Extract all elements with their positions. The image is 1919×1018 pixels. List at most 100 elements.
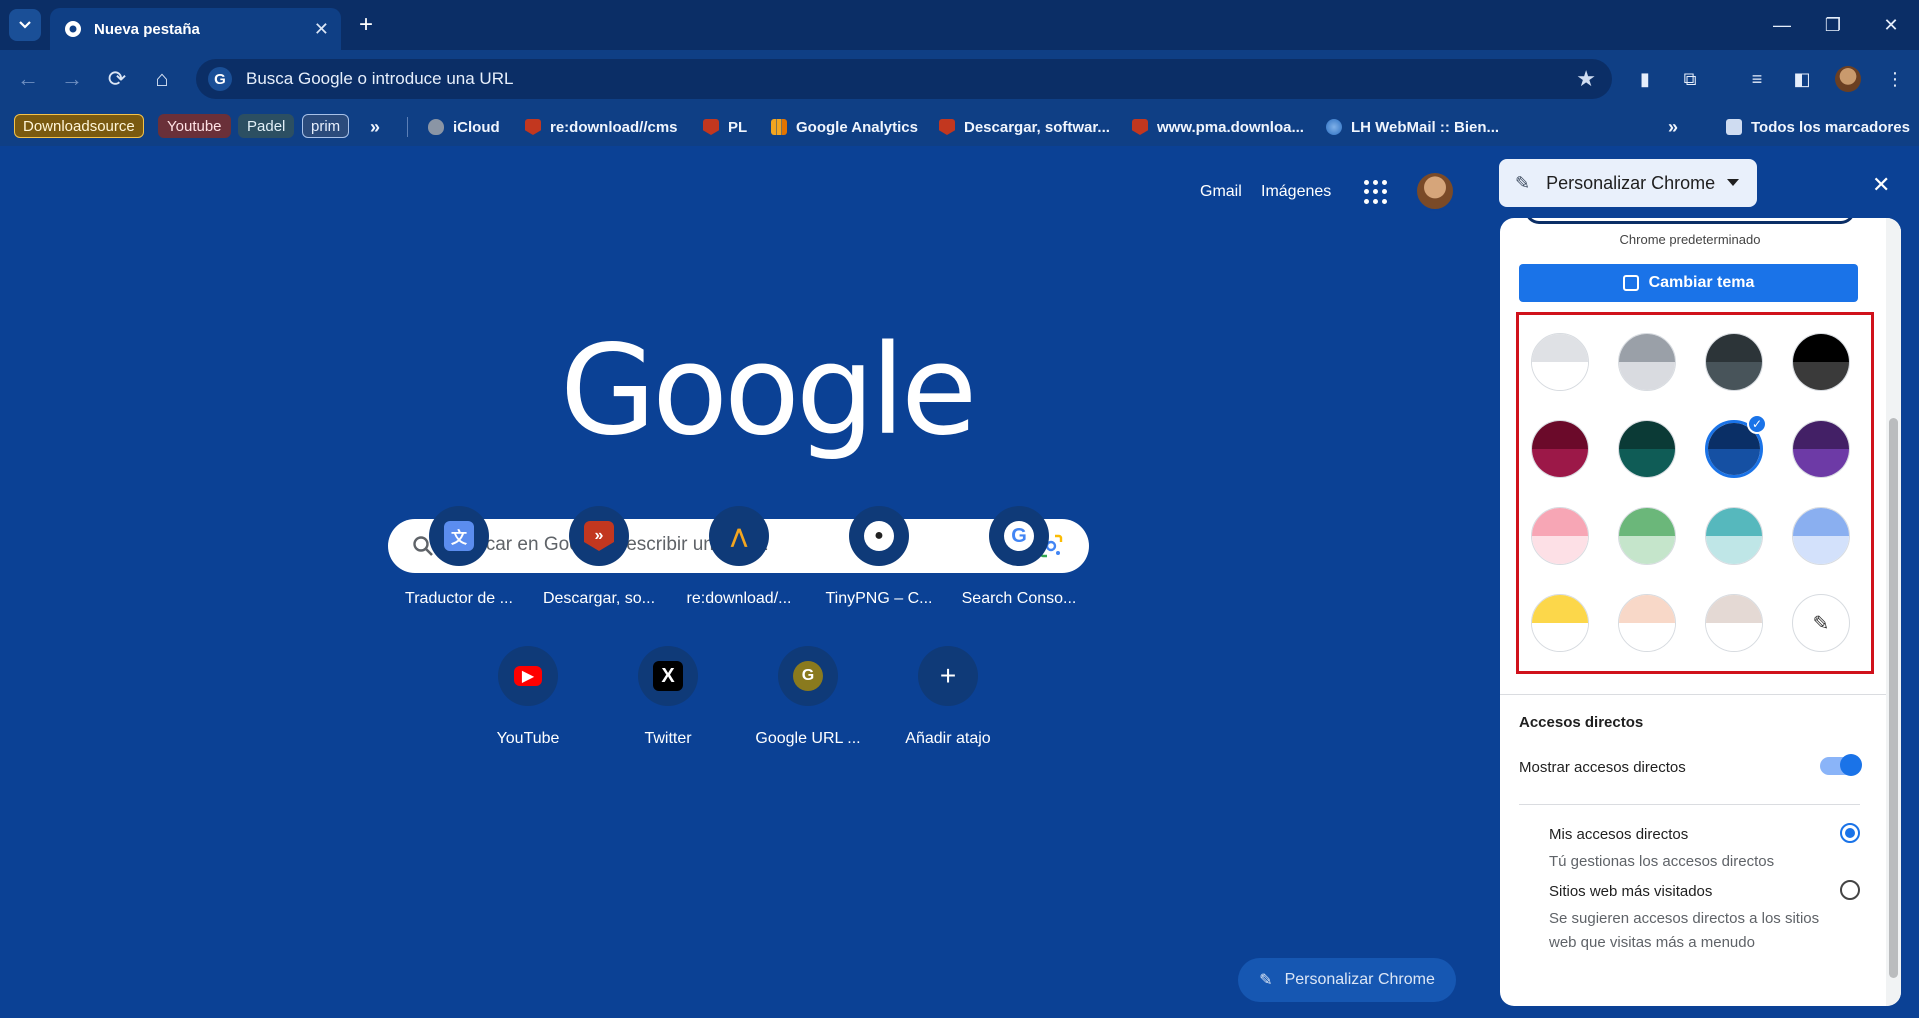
bookmark-pma[interactable]: www.pma.downloa... (1132, 116, 1304, 138)
address-bar[interactable]: G Busca Google o introduce una URL ★ (196, 59, 1612, 99)
color-swatch[interactable] (1531, 333, 1589, 391)
address-placeholder: Busca Google o introduce una URL (246, 69, 514, 88)
shortcut-label: Traductor de ... (405, 590, 513, 607)
shortcut-tile[interactable]: G Google URL ... (738, 646, 878, 748)
panel-title-label: Personalizar Chrome (1546, 172, 1716, 193)
side-panel-icon[interactable]: ◧ (1788, 65, 1816, 93)
checkmark-icon: ✓ (1747, 414, 1767, 434)
panel-title-dropdown[interactable]: ✎ Personalizar Chrome (1499, 159, 1757, 207)
shield-icon: » (584, 521, 614, 551)
my-shortcuts-radio[interactable] (1840, 823, 1860, 843)
rd-icon: ⋀ (730, 525, 748, 548)
bookmark-icloud[interactable]: iCloud (428, 116, 500, 138)
media-control-icon[interactable]: ≡ (1743, 65, 1771, 93)
panel-scrollbar[interactable] (1886, 218, 1901, 1006)
color-swatch[interactable] (1792, 507, 1850, 565)
color-swatch[interactable] (1618, 420, 1676, 478)
apple-icon (428, 119, 444, 135)
most-visited-radio[interactable] (1840, 880, 1860, 900)
my-shortcuts-option[interactable]: Mis accesos directos Tú gestionas los ac… (1549, 826, 1849, 874)
shortcut-label: YouTube (496, 730, 560, 747)
color-swatch[interactable] (1705, 594, 1763, 652)
bookmark-folder-youtube[interactable]: Youtube (158, 114, 231, 138)
shortcut-tile[interactable]: X Twitter (598, 646, 738, 748)
color-swatch[interactable] (1792, 333, 1850, 391)
most-visited-option[interactable]: Sitios web más visitados Se sugieren acc… (1549, 883, 1849, 955)
side-panel: ✎ Personalizar Chrome ✕ Chrome predeterm… (1476, 146, 1919, 1018)
color-swatch[interactable] (1705, 507, 1763, 565)
tab-search-button[interactable] (9, 9, 41, 41)
window-close-button[interactable]: ✕ (1876, 10, 1906, 40)
more-bookmarks-chevron-icon[interactable]: » (1668, 116, 1678, 138)
bookmarks-bar: Downloadsource Youtube Padel prim » iClo… (0, 108, 1919, 146)
more-folders-chevron-icon[interactable]: » (370, 116, 380, 138)
close-panel-icon[interactable]: ✕ (1872, 172, 1890, 198)
extensions-icon[interactable]: ⧉ (1676, 65, 1704, 93)
minimize-button[interactable]: — (1767, 10, 1797, 40)
shortcut-tile[interactable]: ▶ YouTube (458, 646, 598, 748)
menu-kebab-icon[interactable]: ⋮ (1881, 65, 1909, 93)
bookmark-redownload-cms[interactable]: re:download//cms (525, 116, 678, 138)
color-swatch[interactable] (1792, 420, 1850, 478)
bookmark-label: Youtube (167, 117, 222, 135)
bookmark-lh-webmail[interactable]: LH WebMail :: Bien... (1326, 116, 1499, 138)
default-theme-label: Chrome predeterminado (1619, 232, 1761, 247)
bookmark-label: LH WebMail :: Bien... (1351, 118, 1500, 136)
bookmark-folder-prim[interactable]: prim (302, 114, 350, 138)
chrome-icon (65, 21, 81, 37)
bookmark-label: Padel (247, 117, 286, 135)
profile-avatar[interactable] (1834, 65, 1862, 93)
reload-icon[interactable]: ⟳ (101, 63, 133, 95)
shortcut-label: Descargar, so... (542, 590, 656, 607)
shield-icon (703, 119, 719, 135)
account-avatar[interactable] (1415, 171, 1455, 211)
color-swatch[interactable] (1531, 420, 1589, 478)
tab-close-icon[interactable]: ✕ (314, 19, 329, 40)
bookmark-label: Descargar, softwar... (964, 118, 1110, 136)
folder-icon (1726, 119, 1742, 135)
apps-grid-icon[interactable] (1364, 180, 1388, 204)
shortcut-tile[interactable]: ⋀ re:download/... (669, 506, 809, 608)
bookmark-folder-downloadsource[interactable]: Downloadsource (14, 114, 144, 138)
color-swatch[interactable] (1705, 333, 1763, 391)
reader-icon[interactable]: ▮ (1631, 65, 1659, 93)
bookmark-label: prim (311, 117, 341, 135)
show-shortcuts-toggle[interactable] (1820, 754, 1862, 776)
change-theme-button[interactable]: Cambiar tema (1519, 264, 1858, 302)
active-tab[interactable]: Nueva pestaña ✕ (50, 8, 341, 50)
gmail-link[interactable]: Gmail (1200, 183, 1242, 201)
shield-icon (525, 119, 541, 135)
shortcut-tile[interactable]: ● TinyPNG – C... (809, 506, 949, 608)
color-swatch[interactable] (1531, 594, 1589, 652)
customize-chrome-button[interactable]: ✎ Personalizar Chrome (1238, 958, 1456, 1002)
g-letter-icon: G (793, 661, 823, 691)
pencil-icon: ✎ (1259, 972, 1273, 989)
shortcut-tile[interactable]: G Search Conso... (949, 506, 1089, 608)
bookmark-google-analytics[interactable]: Google Analytics (771, 116, 918, 138)
color-swatch[interactable] (1531, 507, 1589, 565)
images-link[interactable]: Imágenes (1261, 183, 1331, 201)
home-icon[interactable]: ⌂ (146, 63, 178, 95)
bookmark-folder-padel[interactable]: Padel (238, 114, 295, 138)
bookmark-star-icon[interactable]: ★ (1576, 66, 1596, 92)
section-divider (1500, 694, 1886, 695)
shortcut-tile[interactable]: » Descargar, so... (529, 506, 669, 608)
youtube-icon: ▶ (514, 666, 542, 686)
bookmark-pl[interactable]: PL (703, 116, 747, 138)
color-swatch[interactable] (1618, 507, 1676, 565)
show-shortcuts-label: Mostrar accesos directos (1519, 759, 1686, 776)
forward-arrow-icon[interactable]: → (56, 63, 88, 95)
restore-button[interactable]: ❐ (1818, 10, 1848, 40)
bookmark-descargar[interactable]: Descargar, softwar... (939, 116, 1110, 138)
new-tab-button[interactable]: + (351, 10, 381, 40)
shortcut-tile[interactable]: 文 Traductor de ... (389, 506, 529, 608)
theme-preview-edge (1525, 218, 1855, 224)
scrollbar-thumb[interactable] (1889, 418, 1898, 978)
add-shortcut-tile[interactable]: + Añadir atajo (878, 646, 1018, 748)
custom-color-picker-icon[interactable]: ✎ (1792, 594, 1850, 652)
section-divider (1519, 804, 1860, 805)
color-swatch[interactable] (1618, 594, 1676, 652)
all-bookmarks-button[interactable]: Todos los marcadores (1726, 116, 1910, 138)
color-swatch[interactable] (1618, 333, 1676, 391)
back-arrow-icon[interactable]: ← (12, 63, 44, 95)
